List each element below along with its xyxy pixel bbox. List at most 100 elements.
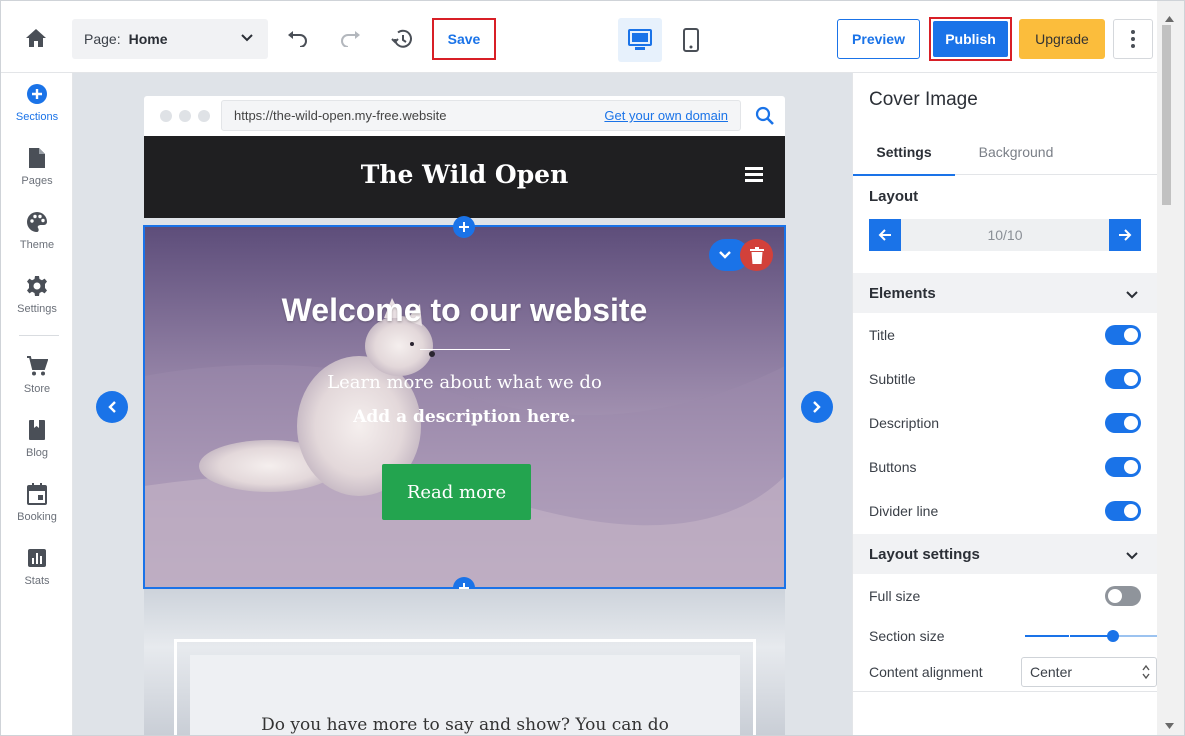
section-size-slider[interactable]: [1025, 630, 1157, 642]
sidebar-item-settings[interactable]: Settings: [1, 275, 73, 331]
window-dots: [160, 110, 210, 122]
more-menu-button[interactable]: [1113, 19, 1153, 59]
redo-icon[interactable]: [338, 27, 362, 51]
element-label: Description: [869, 415, 940, 431]
full-size-toggle[interactable]: [1105, 586, 1141, 606]
mobile-icon: [683, 28, 699, 52]
section-tools: [709, 239, 773, 271]
site-header: The Wild Open: [144, 136, 785, 218]
element-label: Divider line: [869, 503, 939, 519]
section-size-label: Section size: [869, 628, 945, 644]
left-sidebar: Sections Pages Theme Settings Store Blog…: [1, 73, 73, 735]
sidebar-item-label: Pages: [21, 175, 53, 187]
page-selector[interactable]: Page: Home: [72, 19, 268, 59]
description-toggle[interactable]: [1105, 413, 1141, 433]
sidebar-item-pages[interactable]: Pages: [1, 147, 73, 203]
vertical-scrollbar[interactable]: [1157, 1, 1184, 735]
publish-button[interactable]: Publish: [933, 21, 1008, 57]
elements-group-header[interactable]: Elements: [853, 273, 1157, 313]
desktop-view-button[interactable]: [618, 18, 662, 62]
select-arrows-icon: [1142, 664, 1150, 683]
site-title[interactable]: The Wild Open: [144, 160, 785, 189]
delete-section-button[interactable]: [740, 239, 773, 271]
home-icon[interactable]: [23, 25, 49, 51]
content-alignment-label: Content alignment: [869, 664, 983, 680]
arrow-right-icon: [1119, 229, 1132, 241]
slider-tick: [1069, 633, 1070, 639]
panel-divider: [853, 691, 1157, 692]
slider-knob[interactable]: [1107, 630, 1120, 642]
cart-icon: [26, 355, 48, 377]
sidebar-item-theme[interactable]: Theme: [1, 211, 73, 267]
content-alignment-select[interactable]: Center: [1021, 657, 1157, 687]
element-row-description: Description: [869, 411, 1141, 435]
chevron-down-icon: [719, 251, 731, 259]
element-row-subtitle: Subtitle: [869, 367, 1141, 391]
chevron-down-icon: [240, 31, 254, 48]
layout-prev-button[interactable]: [869, 219, 901, 251]
scroll-down-icon[interactable]: [1165, 716, 1174, 734]
publish-highlight: Publish: [929, 17, 1012, 61]
plus-icon: [459, 222, 469, 232]
sidebar-item-sections[interactable]: Sections: [1, 83, 73, 139]
chevron-left-icon: [108, 401, 116, 413]
title-toggle[interactable]: [1105, 325, 1141, 345]
panel-tabs: Settings Background: [853, 129, 1157, 176]
layout-next-button[interactable]: [1109, 219, 1141, 251]
trash-icon: [749, 246, 764, 264]
upgrade-button[interactable]: Upgrade: [1019, 19, 1105, 59]
tab-background[interactable]: Background: [965, 129, 1067, 175]
preview-button[interactable]: Preview: [837, 19, 920, 59]
read-more-button[interactable]: Read more: [382, 464, 531, 520]
previous-layout-button[interactable]: [96, 391, 128, 423]
sidebar-item-booking[interactable]: Booking: [1, 483, 73, 539]
full-size-label: Full size: [869, 588, 921, 604]
cover-title[interactable]: Welcome to our website: [144, 292, 785, 329]
top-toolbar: Page: Home Save Preview Publish Upgrade: [1, 1, 1184, 73]
hamburger-menu-icon[interactable]: [745, 167, 763, 182]
sidebar-item-store[interactable]: Store: [1, 355, 73, 411]
undo-icon[interactable]: [286, 27, 310, 51]
elements-header-label: Elements: [869, 284, 936, 302]
divider-line-toggle[interactable]: [1105, 501, 1141, 521]
element-label: Subtitle: [869, 371, 916, 387]
sidebar-item-blog[interactable]: Blog: [1, 419, 73, 475]
next-section-text[interactable]: Do you have more to say and show? You ca…: [190, 715, 740, 735]
url-bar: https://the-wild-open.my-free.website Ge…: [221, 100, 741, 131]
search-icon[interactable]: [755, 106, 775, 131]
buttons-toggle[interactable]: [1105, 457, 1141, 477]
sidebar-item-label: Settings: [17, 303, 57, 315]
sidebar-item-label: Booking: [17, 511, 57, 523]
sidebar-divider: [19, 335, 59, 336]
page-icon: [26, 147, 48, 169]
tab-settings[interactable]: Settings: [853, 129, 955, 176]
sidebar-item-label: Store: [23, 383, 51, 395]
chevron-right-icon: [813, 401, 821, 413]
mobile-view-button[interactable]: [671, 18, 711, 62]
chevron-down-icon: [1125, 548, 1139, 565]
cover-subtitle[interactable]: Learn more about what we do: [144, 372, 785, 393]
cover-image-section[interactable]: Welcome to our website Learn more about …: [144, 226, 785, 588]
settings-panel: Cover Image Settings Background Layout 1…: [852, 73, 1157, 735]
url-text: https://the-wild-open.my-free.website: [234, 108, 447, 123]
get-domain-link[interactable]: Get your own domain: [604, 108, 728, 123]
kebab-icon: [1131, 30, 1135, 48]
cover-divider-line: [420, 349, 510, 350]
scrollbar-thumb[interactable]: [1162, 25, 1171, 205]
save-button[interactable]: Save: [432, 18, 496, 60]
section-size-row: Section size: [869, 624, 1157, 648]
sidebar-item-label: Sections: [15, 111, 59, 123]
cover-description[interactable]: Add a description here.: [144, 407, 785, 427]
subtitle-toggle[interactable]: [1105, 369, 1141, 389]
arrow-left-icon: [878, 229, 891, 241]
layout-settings-group-header[interactable]: Layout settings: [853, 534, 1157, 574]
app-window: Page: Home Save Preview Publish Upgrade: [0, 0, 1185, 736]
next-layout-button[interactable]: [801, 391, 833, 423]
book-icon: [26, 419, 48, 441]
sidebar-item-label: Stats: [24, 575, 50, 587]
next-section[interactable]: Do you have more to say and show? You ca…: [144, 589, 785, 735]
add-section-above-button[interactable]: [453, 216, 475, 238]
history-icon[interactable]: [390, 27, 414, 51]
sidebar-item-stats[interactable]: Stats: [1, 547, 73, 603]
sidebar-item-label: Blog: [25, 447, 49, 459]
